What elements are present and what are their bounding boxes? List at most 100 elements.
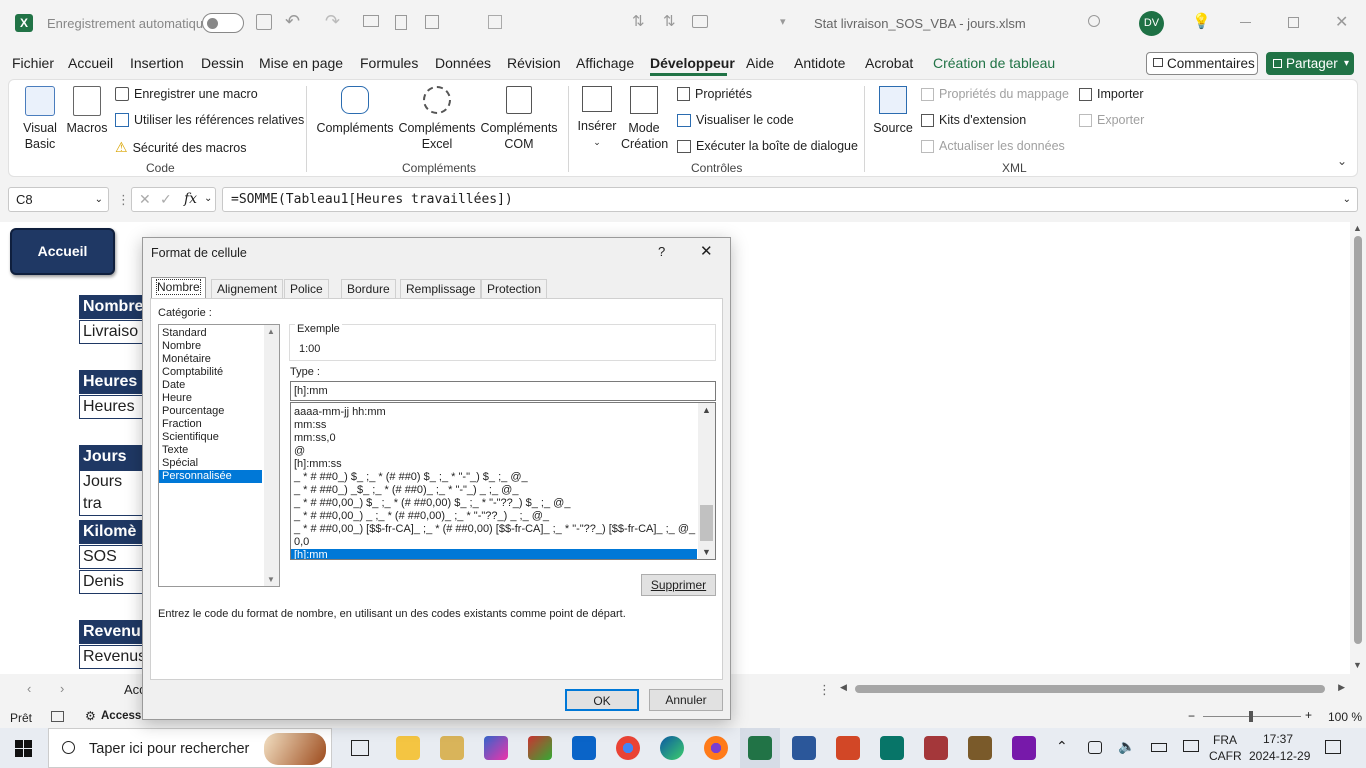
record-macro-button[interactable]: Enregistrer une macro — [115, 87, 258, 101]
block-km-value-2[interactable]: Denis — [79, 570, 143, 594]
restore-icon[interactable] — [1288, 17, 1299, 28]
expansion-packs-button[interactable]: Kits d'extension — [921, 113, 1026, 127]
task-view-icon[interactable] — [351, 740, 369, 756]
category-item[interactable]: Monétaire — [159, 353, 262, 366]
tab-antidote[interactable]: Antidote — [794, 55, 845, 71]
accessibility-icon[interactable]: ⚙ — [85, 709, 96, 723]
battery-icon[interactable] — [1151, 743, 1167, 752]
access-icon[interactable] — [924, 736, 948, 760]
confirm-formula-icon[interactable]: ✓ — [160, 191, 172, 208]
ribbon-collapse-icon[interactable]: ⌄ — [1337, 154, 1347, 168]
camera-icon[interactable] — [692, 15, 708, 28]
run-dialog-button[interactable]: Exécuter la boîte de dialogue — [677, 139, 858, 153]
block-revenu-value[interactable]: Revenus — [79, 645, 146, 669]
view-code-button[interactable]: Visualiser le code — [677, 113, 794, 127]
tab-revision[interactable]: Révision — [507, 55, 561, 71]
xml-source-button[interactable]: Source — [871, 86, 915, 136]
macro-security-button[interactable]: ⚠ Sécurité des macros — [115, 139, 247, 156]
tab-aide[interactable]: Aide — [746, 55, 774, 71]
excel-addins-button[interactable]: Compléments Excel — [397, 86, 477, 152]
block-jours-value[interactable]: Jours tra — [79, 470, 143, 516]
category-item[interactable]: Spécial — [159, 457, 262, 470]
search-icon[interactable] — [1088, 15, 1100, 27]
word-icon[interactable] — [792, 736, 816, 760]
minimize-icon[interactable] — [1240, 22, 1251, 23]
cancel-formula-icon[interactable]: ✕ — [139, 191, 151, 208]
sort-desc-icon[interactable]: ⇅ — [663, 12, 676, 30]
notification-icon[interactable] — [1325, 740, 1341, 754]
format-item[interactable]: aaaa-mm-jj hh:mm — [291, 406, 697, 419]
category-item[interactable]: Scientifique — [159, 431, 262, 444]
copilot-icon[interactable] — [484, 736, 508, 760]
lang-cafr[interactable]: CAFR — [1209, 749, 1242, 763]
tab-insertion[interactable]: Insertion — [130, 55, 184, 71]
excel-icon[interactable] — [748, 736, 772, 760]
category-item[interactable]: Texte — [159, 444, 262, 457]
tab-fichier[interactable]: Fichier — [12, 55, 54, 71]
edge-icon[interactable] — [660, 736, 684, 760]
category-list[interactable]: Standard Nombre Monétaire Comptabilité Date H… — [158, 324, 280, 587]
category-item[interactable]: Standard — [159, 327, 262, 340]
format-item[interactable]: [h]:mm — [291, 549, 697, 559]
format-item[interactable]: _ * # ##0,00_) _ ;_ * (# ##0,00)_ ;_ * "… — [291, 510, 697, 523]
close-icon[interactable]: ✕ — [1335, 12, 1348, 32]
firefox-icon[interactable] — [704, 736, 728, 760]
chrome-icon[interactable] — [616, 736, 640, 760]
meet-icon[interactable] — [1088, 741, 1102, 754]
format-item[interactable]: _ * # ##0_) $_ ;_ * (# ##0) $_ ;_ * "-"_… — [291, 471, 697, 484]
zoom-in-icon[interactable]: + — [1305, 708, 1312, 722]
visual-basic-button[interactable]: Visual Basic — [19, 86, 61, 152]
block-km-value-1[interactable]: SOS — [79, 545, 143, 569]
prev-sheet-icon[interactable]: ‹ — [27, 681, 31, 696]
category-item[interactable]: Nombre — [159, 340, 262, 353]
close-icon[interactable]: ✕ — [700, 242, 713, 260]
format-item[interactable]: mm:ss — [291, 419, 697, 432]
type-input[interactable]: [h]:mm — [290, 381, 716, 401]
lightbulb-icon[interactable]: 💡 — [1192, 12, 1211, 30]
tab-donnees[interactable]: Données — [435, 55, 491, 71]
category-item[interactable]: Date — [159, 379, 262, 392]
properties-button[interactable]: Propriétés — [677, 87, 752, 101]
tab-formules[interactable]: Formules — [360, 55, 418, 71]
volume-icon[interactable]: 🔈 — [1118, 738, 1135, 755]
cancel-button[interactable]: Annuler — [649, 689, 723, 711]
ok-button[interactable]: OK — [565, 689, 639, 711]
relative-refs-button[interactable]: Utiliser les références relatives — [115, 113, 304, 127]
quick-access-icon[interactable] — [488, 15, 502, 29]
tab-accueil[interactable]: Accueil — [68, 55, 113, 71]
horizontal-scrollbar[interactable]: ◀ ▶ — [840, 682, 1345, 694]
insert-control-button[interactable]: Insérer ⌄ — [575, 86, 619, 150]
zoom-level[interactable]: 100 % — [1328, 710, 1362, 724]
clock-date[interactable]: 2024-12-29 — [1249, 749, 1310, 763]
app-icon[interactable] — [528, 736, 552, 760]
autosave-toggle[interactable] — [202, 13, 244, 33]
tab-protection[interactable]: Protection — [481, 279, 548, 299]
powerpoint-icon[interactable] — [836, 736, 860, 760]
format-scrollbar[interactable]: ▲ ▼ — [698, 403, 715, 559]
open-folder-icon[interactable] — [363, 15, 379, 27]
block-nombre-value[interactable]: Livraiso — [79, 320, 143, 344]
app-icon[interactable] — [440, 736, 464, 760]
format-item[interactable]: [h]:mm:ss — [291, 458, 697, 471]
comments-button[interactable]: Commentaires — [1146, 52, 1258, 75]
windows-start-icon[interactable] — [15, 740, 32, 757]
addins-button[interactable]: Compléments — [315, 86, 395, 136]
category-item[interactable]: Fraction — [159, 418, 262, 431]
import-button[interactable]: Importer — [1079, 87, 1144, 101]
insert-function-icon[interactable]: fx — [184, 191, 197, 207]
tab-affichage[interactable]: Affichage — [576, 55, 634, 71]
tab-police[interactable]: Police — [284, 279, 329, 299]
tab-mise-en-page[interactable]: Mise en page — [259, 55, 343, 71]
vertical-scrollbar[interactable]: ▲ ▼ — [1350, 222, 1366, 674]
format-item[interactable]: _ * # ##0,00_) $_ ;_ * (# ##0,00) $_ ;_ … — [291, 497, 697, 510]
help-button[interactable]: ? — [658, 244, 665, 259]
delete-format-button[interactable]: Supprimer — [641, 574, 716, 596]
design-mode-button[interactable]: Mode Création — [621, 86, 668, 152]
clock-time[interactable]: 17:37 — [1263, 732, 1293, 746]
onenote-icon[interactable] — [1012, 736, 1036, 760]
dosbox-icon[interactable] — [968, 736, 992, 760]
tab-alignement[interactable]: Alignement — [211, 279, 284, 299]
block-heures-header[interactable]: Heures — [79, 370, 143, 394]
format-list[interactable]: aaaa-mm-jj hh:mm mm:ss mm:ss,0 @ [h]:mm:ss _ … — [290, 402, 716, 560]
name-box[interactable]: C8 ⌄ — [8, 187, 109, 212]
